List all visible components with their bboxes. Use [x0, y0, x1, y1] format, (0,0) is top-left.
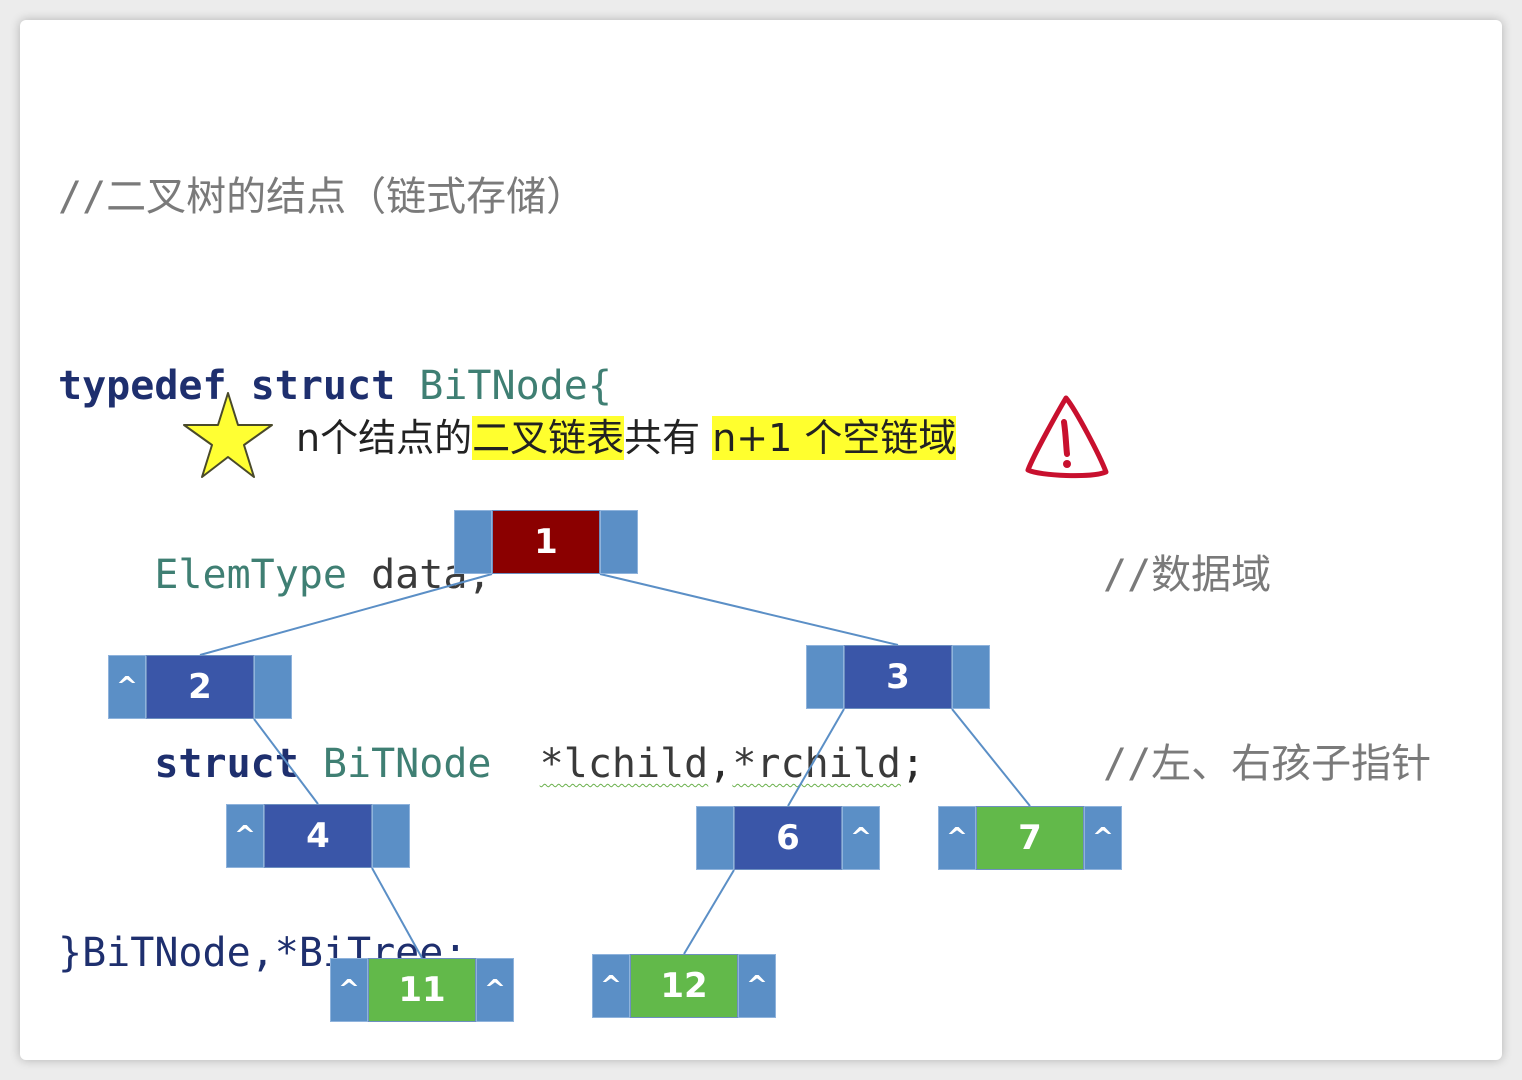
tree-edge-n1-n2 [199, 573, 493, 656]
tree-node-1: 1 [454, 510, 638, 574]
lchild-pointer [806, 645, 844, 709]
tree-edge-n4-n11 [371, 867, 423, 959]
lchild-pointer [454, 510, 492, 574]
tree-node-3: 3 [806, 645, 990, 709]
node-data: 6 [734, 806, 842, 870]
lchild-pointer: ^ [330, 958, 368, 1022]
lchild-pointer: ^ [108, 655, 146, 719]
tree-edge-n3-n6 [787, 708, 845, 807]
rchild-pointer [254, 655, 292, 719]
tree-node-11: ^ 11 ^ [330, 958, 514, 1022]
tree-node-4: ^ 4 [226, 804, 410, 868]
rchild-pointer: ^ [1084, 806, 1122, 870]
tree-node-6: 6 ^ [696, 806, 880, 870]
rchild-pointer [600, 510, 638, 574]
tree-node-12: ^ 12 ^ [592, 954, 776, 1018]
rchild-pointer [952, 645, 990, 709]
rchild-pointer [372, 804, 410, 868]
node-data: 2 [146, 655, 254, 719]
rchild-pointer: ^ [842, 806, 880, 870]
node-data: 7 [976, 806, 1084, 870]
tree-edge-n3-n7 [951, 708, 1031, 807]
tree-node-2: ^ 2 [108, 655, 292, 719]
tree-edge-n6-n12 [683, 869, 735, 955]
lchild-pointer: ^ [938, 806, 976, 870]
rchild-pointer: ^ [738, 954, 776, 1018]
tree-node-7: ^ 7 ^ [938, 806, 1122, 870]
tree-edge-n1-n3 [599, 573, 899, 646]
node-data: 11 [368, 958, 476, 1022]
node-data: 12 [630, 954, 738, 1018]
tree-edge-n2-n4 [253, 718, 319, 805]
lchild-pointer: ^ [592, 954, 630, 1018]
rchild-pointer: ^ [476, 958, 514, 1022]
node-data: 4 [264, 804, 372, 868]
lchild-pointer [696, 806, 734, 870]
tree-edges [199, 573, 1031, 959]
node-data: 1 [492, 510, 600, 574]
lchild-pointer: ^ [226, 804, 264, 868]
slide-frame: //二叉树的结点（链式存储） typedef struct BiTNode{ E… [20, 20, 1502, 1060]
node-data: 3 [844, 645, 952, 709]
